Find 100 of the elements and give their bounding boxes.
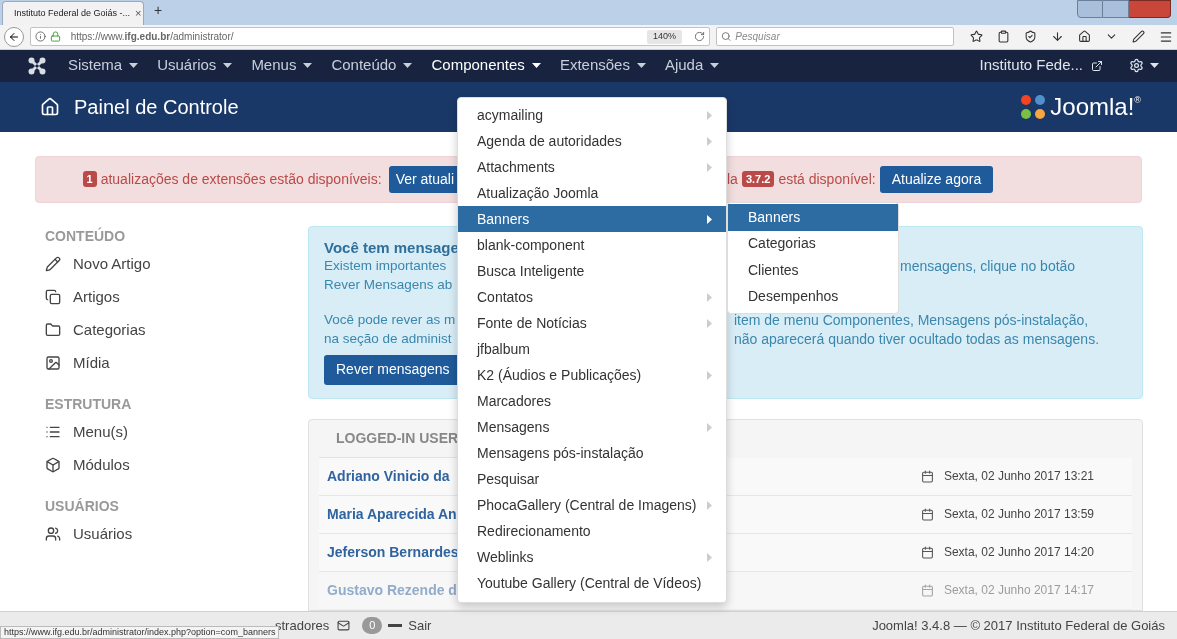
browser-tab[interactable]: Instituto Federal de Goiás -... × [2, 1, 144, 25]
cube-icon [45, 457, 61, 474]
sidebar-link[interactable]: Usuários [45, 517, 133, 551]
message-text: não aparecerá quando tiver ocultado todas as mensagens. [734, 329, 1100, 348]
users-icon [45, 526, 61, 543]
dropdown-item[interactable]: PhocaGallery (Central de Imagens) [458, 492, 726, 519]
bookmark-star-icon[interactable] [970, 30, 983, 44]
zoom-level[interactable]: 140% [646, 30, 682, 44]
view-updates-button[interactable]: Ver atuali [388, 165, 457, 193]
sidebar-heading: CONTEÚDO [45, 226, 127, 246]
calendar-icon [920, 545, 934, 559]
reload-icon[interactable] [694, 31, 705, 43]
submenu-item[interactable]: Desempenhos [728, 283, 898, 310]
nav-menu-item[interactable]: Menus [251, 54, 313, 77]
caret-icon [303, 63, 313, 69]
nav-menu-item[interactable]: Ajuda [664, 54, 720, 77]
mail-icon [337, 618, 351, 632]
submenu-arrow-icon [707, 318, 712, 328]
clipboard-icon[interactable] [997, 30, 1010, 44]
lock-icon [49, 31, 61, 43]
user-name-link[interactable]: Adriano Vinicio da [327, 465, 450, 487]
pen-icon[interactable] [1132, 30, 1145, 44]
dropdown-item[interactable]: Marcadores [458, 388, 726, 415]
folder-icon [45, 322, 61, 339]
new-tab-button[interactable]: + [154, 0, 163, 21]
dropdown-item[interactable]: Youtube Gallery (Central de Vídeos) [458, 570, 726, 597]
download-icon[interactable] [1051, 30, 1064, 44]
dropdown-item[interactable]: blank-component [458, 232, 726, 259]
tab-close-button[interactable]: × [135, 5, 142, 22]
message-text: Existem importantes [324, 256, 448, 275]
pages-icon [45, 289, 61, 306]
settings-menu-button[interactable] [1129, 58, 1159, 74]
message-text: mensagens, clique no botão [900, 256, 1076, 275]
search-input[interactable]: Pesquisar [735, 29, 949, 45]
external-link-icon [1091, 59, 1103, 72]
dropdown-item[interactable]: Mensagens pós-instalação [458, 440, 726, 467]
sidebar-link[interactable]: Menu(s) [45, 415, 128, 449]
dropdown-item[interactable]: acymailing [458, 102, 726, 129]
menu-icon[interactable] [1159, 29, 1173, 44]
logout-link[interactable]: Sair [408, 615, 432, 636]
dropdown-item[interactable]: Busca Inteligente [458, 258, 726, 285]
sidebar-link[interactable]: Mídia [45, 346, 110, 380]
submenu-item[interactable]: Clientes [728, 257, 898, 284]
url-field[interactable]: https://www.ifg.edu.br/administrator/ 140% [29, 27, 710, 47]
submenu-arrow-icon [707, 136, 712, 146]
submenu-arrow-icon [707, 501, 712, 511]
nav-menu-item[interactable]: Conteúdo [331, 54, 413, 77]
calendar-icon [920, 507, 934, 521]
back-button[interactable] [4, 26, 24, 47]
submenu-arrow-icon [707, 214, 712, 224]
dropdown-item[interactable]: Pesquisar [458, 466, 726, 493]
update-now-button[interactable]: Atualize agora [879, 165, 994, 193]
calendar-icon [920, 469, 934, 483]
info-icon [34, 31, 46, 43]
message-text: Rever Mensagens ab [324, 275, 454, 294]
sidebar-link[interactable]: Categorias [45, 313, 146, 347]
back-arrow-icon [7, 30, 20, 43]
submenu-arrow-icon [707, 162, 712, 172]
submenu-arrow-icon [707, 110, 712, 120]
sidebar-heading: USUÁRIOS [45, 496, 120, 516]
alert-text: la [727, 169, 738, 189]
user-name-link[interactable]: Jeferson Bernardes [327, 541, 459, 563]
shield-icon[interactable] [1024, 30, 1037, 44]
home-icon[interactable] [1078, 30, 1091, 44]
login-date: Sexta, 02 Junho 2017 13:59 [943, 506, 1094, 524]
dropdown-item[interactable]: Redirecionamento [458, 518, 726, 545]
sidebar-link[interactable]: Artigos [45, 280, 120, 314]
search-field[interactable]: Pesquisar [716, 27, 954, 47]
user-name-link[interactable]: Maria Aparecida An [327, 503, 457, 525]
sidebar-link[interactable]: Novo Artigo [45, 247, 151, 281]
dropdown-item[interactable]: Mensagens [458, 414, 726, 441]
dropdown-item[interactable]: Atualização Joomla [458, 180, 726, 207]
nav-menu-item[interactable]: Componentes [431, 54, 541, 77]
joomla-logo-text: Joomla! [1050, 93, 1135, 120]
pencil-icon [45, 256, 61, 273]
joomla-logo-icon[interactable] [28, 56, 46, 75]
submenu-arrow-icon [707, 553, 712, 563]
caret-icon [531, 63, 541, 69]
login-date: Sexta, 02 Junho 2017 14:20 [943, 544, 1094, 562]
nav-menu-item[interactable]: Sistema [68, 54, 139, 77]
home-icon [40, 96, 60, 117]
dropdown-item[interactable]: Banners [458, 206, 726, 233]
submenu-arrow-icon [707, 371, 712, 380]
dropdown-item[interactable]: Fonte de Notícias [458, 310, 726, 337]
count-badge: 0 [362, 617, 383, 634]
sidebar-link[interactable]: Módulos [45, 448, 130, 482]
submenu-item[interactable]: Banners [728, 204, 898, 231]
nav-menu-item[interactable]: Usuários [157, 54, 233, 77]
login-date: Sexta, 02 Junho 2017 13:21 [943, 468, 1094, 486]
site-link[interactable]: Instituto Fede... [979, 54, 1083, 77]
caret-icon [1150, 63, 1159, 69]
copyright-text: Joomla! 3.4.8 — © 2017 Instituto Federal de Goiás [872, 616, 1165, 635]
dropdown-item[interactable]: Attachments [458, 154, 726, 181]
submenu-item[interactable]: Categorias [728, 230, 898, 257]
alert-text: atualizações de extensões estão disponíveis: [100, 169, 382, 189]
dropdown-item[interactable]: Agenda de autoridades [458, 128, 726, 155]
submenu-arrow-icon [707, 292, 712, 302]
dropdown-item[interactable]: Weblinks [458, 544, 726, 571]
dropdown-item[interactable]: Contatos [458, 284, 726, 311]
nav-menu-item[interactable]: Extensões [559, 54, 646, 77]
